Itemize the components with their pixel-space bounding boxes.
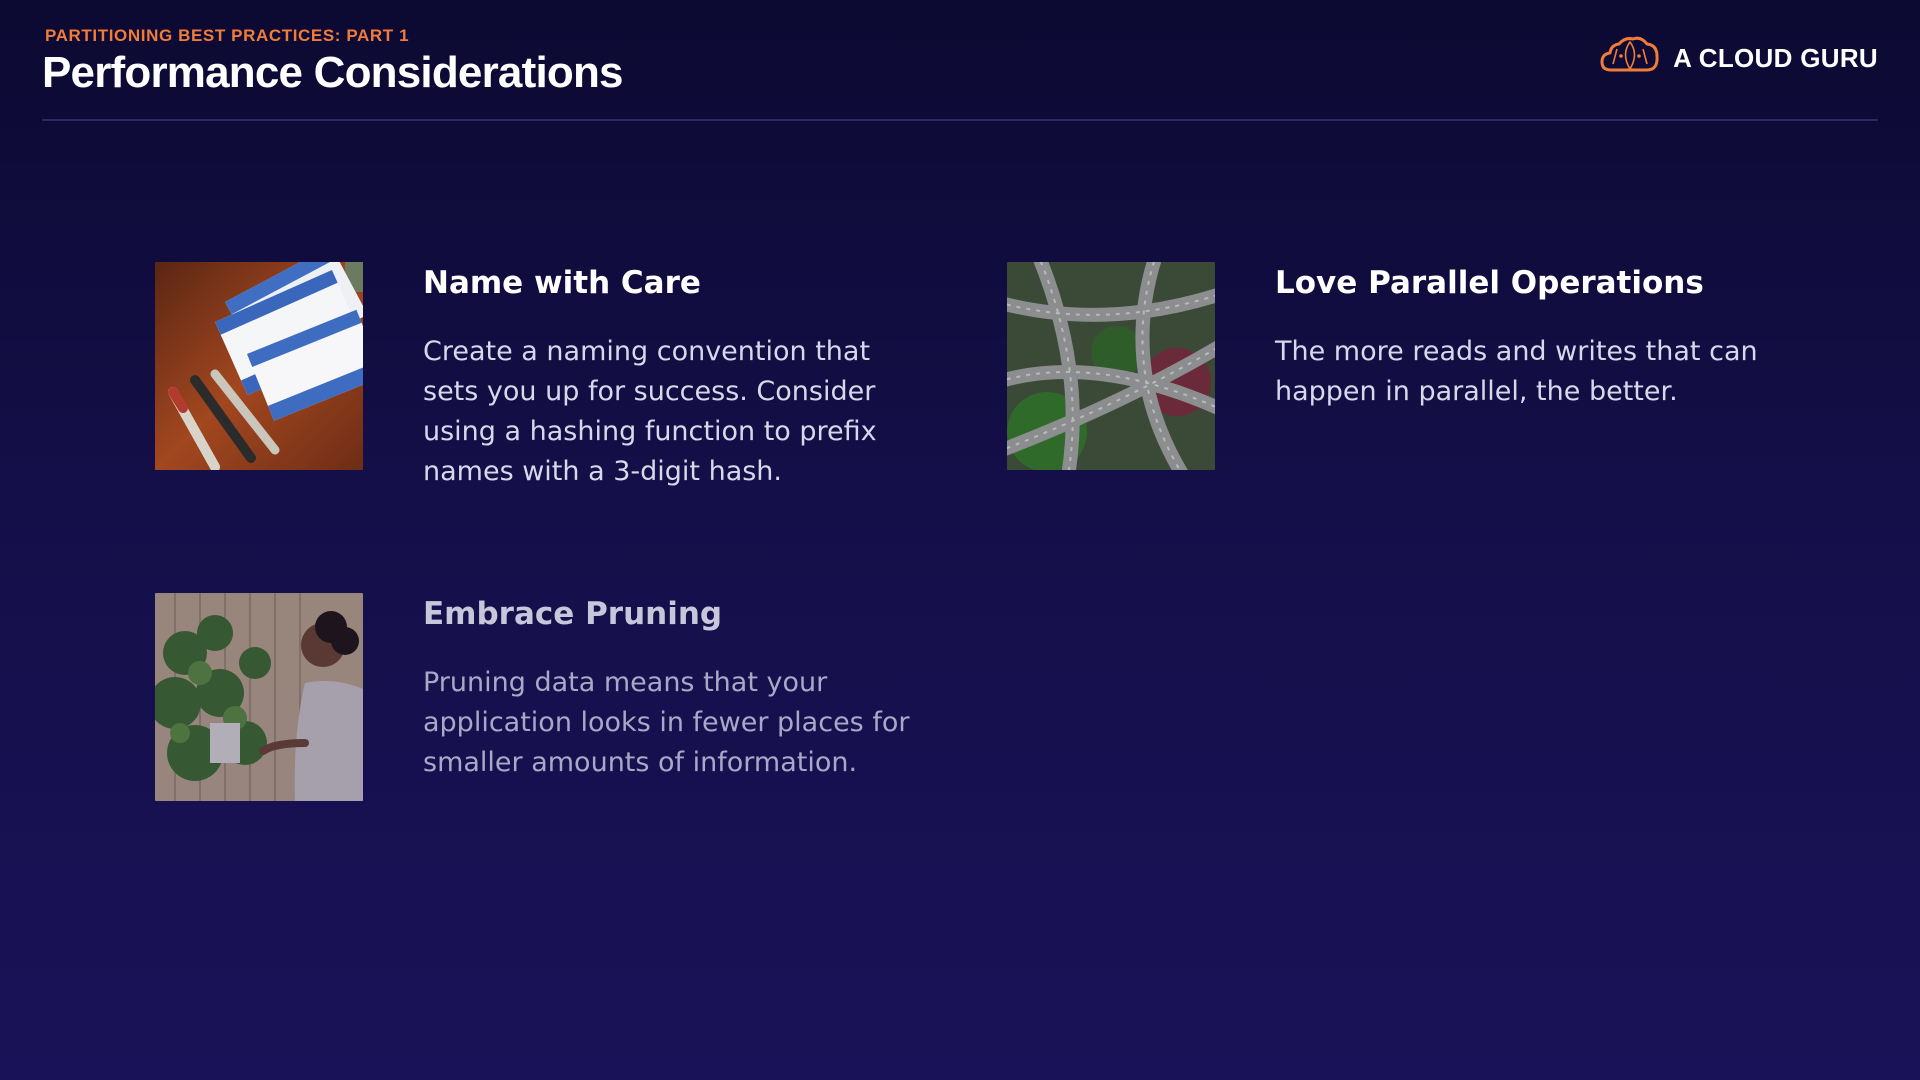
cloud-logo-icon	[1599, 36, 1661, 80]
header-eyebrow: PARTITIONING BEST PRACTICES: PART 1	[45, 26, 410, 45]
card-title: Love Parallel Operations	[1275, 265, 1704, 301]
card-description: The more reads and writes that can happe…	[1275, 336, 1758, 407]
page-title: Performance Considerations	[42, 48, 624, 97]
name-tags-image	[155, 262, 363, 470]
brand-name: A CLOUD GURU	[1673, 42, 1878, 73]
header-divider	[42, 119, 1878, 121]
highway-interchange-image	[1007, 262, 1215, 470]
brand-logo: A CLOUD GURU	[1599, 36, 1878, 80]
card-title: Name with Care	[423, 265, 701, 301]
card-embrace-pruning: Embrace Pruning Pruning data means that …	[155, 593, 913, 801]
card-love-parallel-operations: Love Parallel Operations The more reads …	[1007, 262, 1765, 470]
pruning-plants-image	[155, 593, 363, 801]
card-description: Pruning data means that your application…	[423, 667, 910, 778]
card-title: Embrace Pruning	[423, 596, 723, 632]
card-name-with-care: Name with Care Create a naming conventio…	[155, 262, 913, 492]
card-description: Create a naming convention that sets you…	[423, 336, 877, 487]
